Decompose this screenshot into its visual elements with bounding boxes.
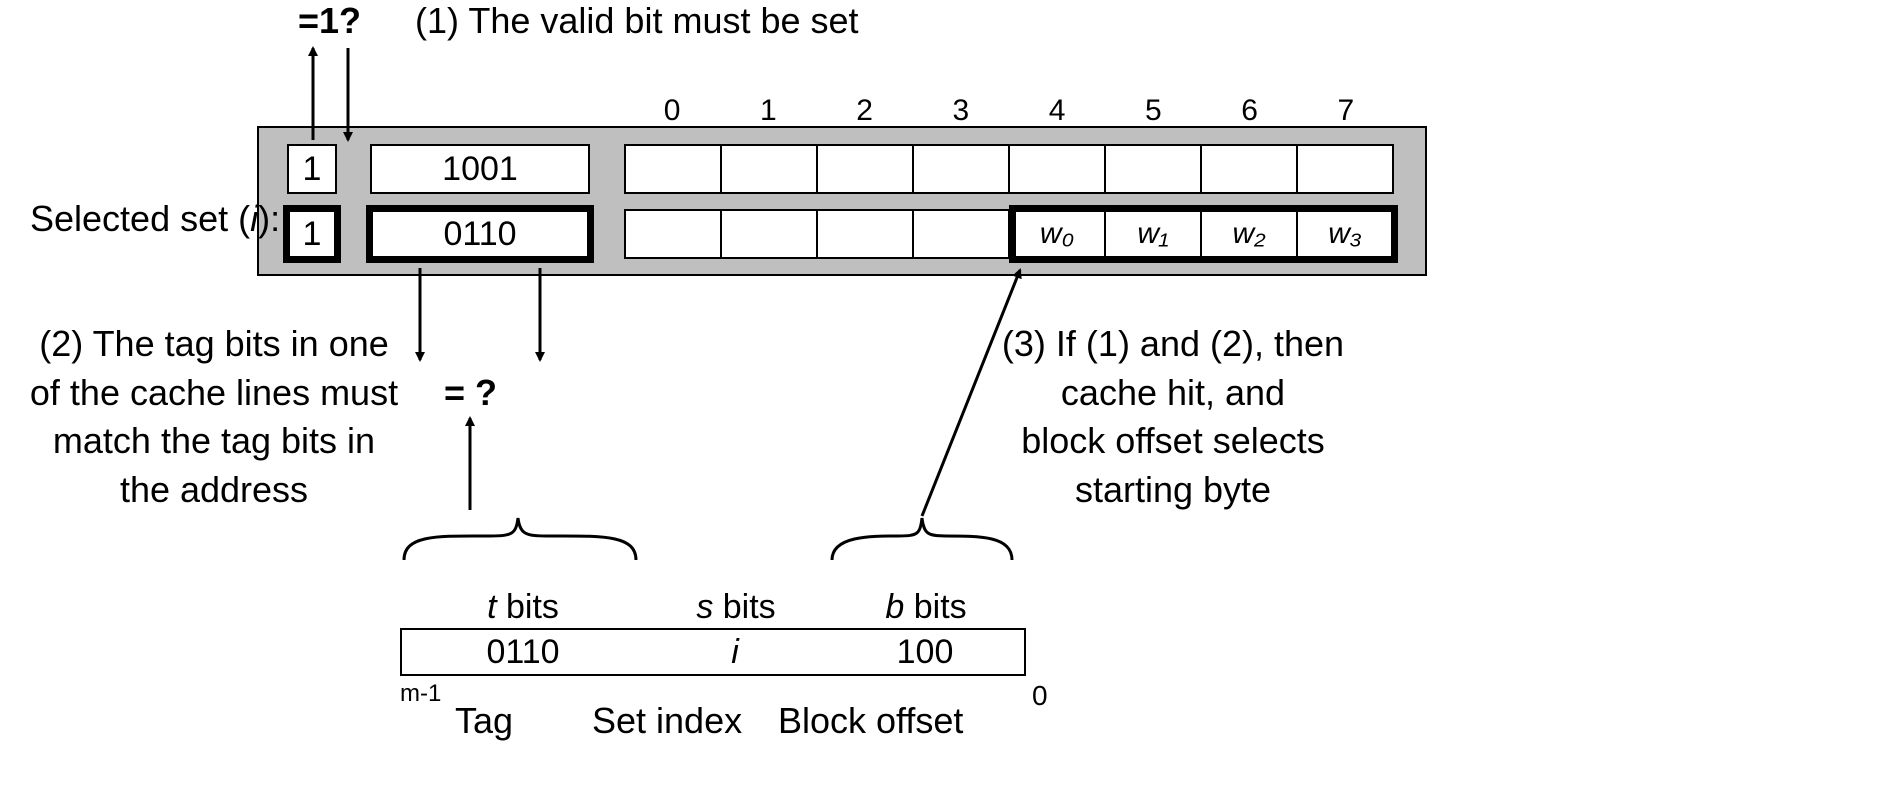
- row2-tag: 0110: [366, 205, 594, 263]
- addr-msb-label: m-1: [400, 680, 441, 708]
- row2-byte: [816, 209, 912, 259]
- row2-byte-row: w₀ w₁ w₂ w₃: [624, 209, 1394, 259]
- row2-byte: w₀: [1008, 209, 1104, 259]
- b-bits-label: b bits: [826, 588, 1026, 627]
- row2-byte: [720, 209, 816, 259]
- addr-tag-value: 0110: [400, 628, 646, 676]
- byte-index: 0: [624, 94, 720, 128]
- selected-set-label: Selected set (i):: [30, 198, 280, 240]
- addr-tag-label: Tag: [455, 700, 513, 742]
- row2-byte: w₁: [1104, 209, 1200, 259]
- row1-byte: [624, 144, 720, 194]
- row1-byte: [816, 144, 912, 194]
- byte-index: 3: [913, 94, 1009, 128]
- addr-set-label: Set index: [592, 700, 742, 742]
- byte-index: 4: [1009, 94, 1105, 128]
- row1-tag: 1001: [370, 144, 590, 194]
- condition-2-text: (2) The tag bits in one of the cache lin…: [14, 320, 414, 514]
- row2-byte: [912, 209, 1008, 259]
- row2-byte: [624, 209, 720, 259]
- row2-valid: 1: [283, 205, 341, 263]
- addr-lsb-label: 0: [1032, 680, 1048, 712]
- row1-byte: [912, 144, 1008, 194]
- byte-index: 7: [1298, 94, 1394, 128]
- tag-compare-label: = ?: [444, 372, 497, 414]
- row2-byte: w₃: [1296, 209, 1394, 259]
- row1-byte: [1008, 144, 1104, 194]
- row1-byte: [1104, 144, 1200, 194]
- byte-index: 5: [1105, 94, 1201, 128]
- row1-byte: [720, 144, 816, 194]
- addr-set-value: i: [644, 628, 828, 676]
- valid-bit-check-label: =1?: [298, 0, 361, 42]
- t-bits-label: t bits: [400, 588, 646, 627]
- row2-byte: w₂: [1200, 209, 1296, 259]
- byte-index: 2: [817, 94, 913, 128]
- byte-index: 6: [1202, 94, 1298, 128]
- addr-offset-value: 100: [826, 628, 1026, 676]
- byte-index-row: 0 1 2 3 4 5 6 7: [624, 94, 1394, 128]
- addr-offset-label: Block offset: [778, 700, 963, 742]
- byte-index: 1: [720, 94, 816, 128]
- row1-valid: 1: [287, 144, 337, 194]
- s-bits-label: s bits: [646, 588, 826, 627]
- condition-1-text: (1) The valid bit must be set: [415, 0, 859, 42]
- condition-3-text: (3) If (1) and (2), then cache hit, and …: [958, 320, 1388, 514]
- row1-byte: [1296, 144, 1394, 194]
- row1-byte-row: [624, 144, 1394, 194]
- row1-byte: [1200, 144, 1296, 194]
